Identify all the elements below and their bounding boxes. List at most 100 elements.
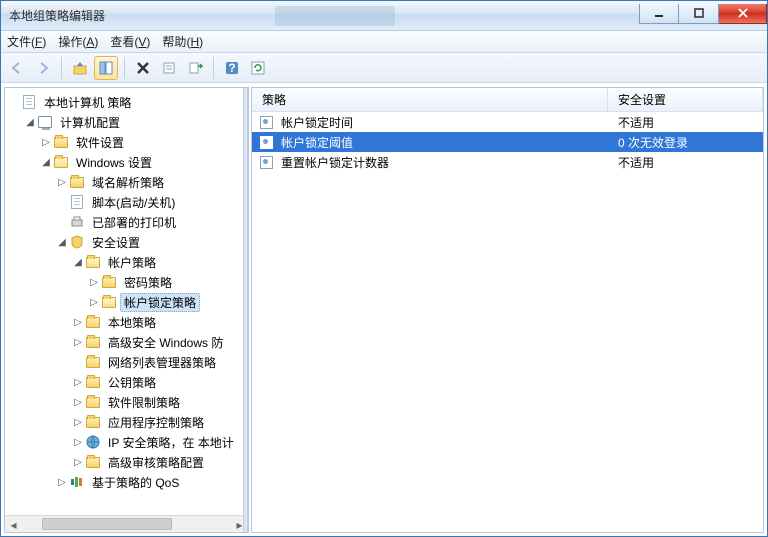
tree[interactable]: ▸本地计算机 策略 ◢计算机配置 ▷软件设置 ◢Windows 设置 ▷域名解析… <box>5 88 248 515</box>
folder-icon <box>85 454 101 470</box>
folder-icon <box>85 414 101 430</box>
svg-text:?: ? <box>228 61 235 75</box>
tree-lockout-policy[interactable]: ▷帐户锁定策略 <box>7 292 248 312</box>
policy-icon <box>258 134 274 150</box>
expand-icon[interactable]: ▷ <box>55 477 69 488</box>
list-row[interactable]: 重置帐户锁定计数器 不适用 <box>252 152 763 172</box>
window-title: 本地组策略编辑器 <box>1 7 105 24</box>
tree-adv-audit[interactable]: ▷高级审核策略配置 <box>7 452 248 472</box>
expand-icon[interactable]: ▷ <box>87 297 101 308</box>
minimize-icon <box>654 8 664 18</box>
toolbar: ? <box>1 53 767 83</box>
tree-horizontal-scrollbar[interactable]: ◂ ▸ <box>5 515 248 532</box>
list-row[interactable]: 帐户锁定阈值 0 次无效登录 <box>252 132 763 152</box>
menu-help[interactable]: 帮助(H) <box>162 33 203 50</box>
list-pane: 策略 安全设置 帐户锁定时间 不适用 帐户锁定阈值 0 次无效登录 重置帐户锁定… <box>251 87 764 533</box>
maximize-button[interactable] <box>679 4 719 24</box>
folder-icon <box>85 374 101 390</box>
show-tree-button[interactable] <box>94 56 118 80</box>
up-button[interactable] <box>68 56 92 80</box>
window: 本地组策略编辑器 文件(F) 操作(A) 查看(V) 帮助(H) <box>0 0 768 537</box>
tree-local-policies[interactable]: ▷本地策略 <box>7 312 248 332</box>
properties-button[interactable] <box>157 56 181 80</box>
tree-app-control[interactable]: ▷应用程序控制策略 <box>7 412 248 432</box>
folder-icon <box>53 134 69 150</box>
list-header: 策略 安全设置 <box>252 88 763 112</box>
document-icon <box>21 94 37 110</box>
tree-root[interactable]: ▸本地计算机 策略 <box>7 92 248 112</box>
list-row[interactable]: 帐户锁定时间 不适用 <box>252 112 763 132</box>
tree-dns-policy[interactable]: ▷域名解析策略 <box>7 172 248 192</box>
menu-file[interactable]: 文件(F) <box>7 33 46 50</box>
expand-icon[interactable]: ▷ <box>55 177 69 188</box>
tree-adv-firewall[interactable]: ▷高级安全 Windows 防 <box>7 332 248 352</box>
shield-icon <box>69 234 85 250</box>
list-rows: 帐户锁定时间 不适用 帐户锁定阈值 0 次无效登录 重置帐户锁定计数器 不适用 <box>252 112 763 532</box>
minimize-button[interactable] <box>639 4 679 24</box>
tree-password-policy[interactable]: ▷密码策略 <box>7 272 248 292</box>
titlebar: 本地组策略编辑器 <box>1 1 767 31</box>
expand-icon[interactable]: ▷ <box>71 397 85 408</box>
expand-icon[interactable]: ▷ <box>71 377 85 388</box>
delete-button[interactable] <box>131 56 155 80</box>
export-button[interactable] <box>183 56 207 80</box>
printer-icon <box>69 214 85 230</box>
policy-icon <box>258 154 274 170</box>
expand-icon[interactable]: ▷ <box>71 317 85 328</box>
refresh-icon <box>250 60 266 76</box>
expand-icon[interactable]: ▷ <box>71 457 85 468</box>
tree-software-settings[interactable]: ▷软件设置 <box>7 132 248 152</box>
policy-icon <box>258 114 274 130</box>
forward-button[interactable] <box>31 56 55 80</box>
tree-windows-settings[interactable]: ◢Windows 设置 <box>7 152 248 172</box>
close-button[interactable] <box>719 4 767 24</box>
folder-open-icon <box>53 154 69 170</box>
folder-icon <box>85 394 101 410</box>
tree-security-settings[interactable]: ◢安全设置 <box>7 232 248 252</box>
menubar: 文件(F) 操作(A) 查看(V) 帮助(H) <box>1 31 767 53</box>
col-policy[interactable]: 策略 <box>252 88 608 111</box>
tree-ip-security[interactable]: ▷IP 安全策略，在 本地计 <box>7 432 248 452</box>
menu-action[interactable]: 操作(A) <box>58 33 98 50</box>
splitter[interactable] <box>243 88 248 532</box>
collapse-icon[interactable]: ◢ <box>55 237 69 248</box>
collapse-icon[interactable]: ◢ <box>71 257 85 268</box>
folder-icon <box>101 274 117 290</box>
computer-icon <box>37 114 53 130</box>
collapse-icon[interactable]: ◢ <box>23 117 37 128</box>
expand-icon[interactable]: ▷ <box>71 337 85 348</box>
tree-netlist[interactable]: ▷网络列表管理器策略 <box>7 352 248 372</box>
tree-account-policies[interactable]: ◢帐户策略 <box>7 252 248 272</box>
script-icon <box>69 194 85 210</box>
help-icon: ? <box>224 60 240 76</box>
expand-icon[interactable]: ▷ <box>71 437 85 448</box>
arrow-right-icon <box>35 60 51 76</box>
col-setting[interactable]: 安全设置 <box>608 88 763 111</box>
refresh-button[interactable] <box>246 56 270 80</box>
folder-icon <box>85 354 101 370</box>
menu-view[interactable]: 查看(V) <box>110 33 150 50</box>
scroll-thumb[interactable] <box>42 518 172 530</box>
expand-icon[interactable]: ▷ <box>87 277 101 288</box>
tree-computer-config[interactable]: ◢计算机配置 <box>7 112 248 132</box>
tree-printers[interactable]: ▷已部署的打印机 <box>7 212 248 232</box>
arrow-left-icon <box>9 60 25 76</box>
folder-icon <box>85 314 101 330</box>
scroll-left-icon[interactable]: ◂ <box>5 516 22 533</box>
close-icon <box>738 8 748 18</box>
tree-scripts[interactable]: ▷脚本(启动/关机) <box>7 192 248 212</box>
tree-pubkey[interactable]: ▷公钥策略 <box>7 372 248 392</box>
properties-icon <box>162 61 176 75</box>
expand-icon[interactable]: ▷ <box>39 137 53 148</box>
back-button[interactable] <box>5 56 29 80</box>
folder-icon <box>85 334 101 350</box>
tree-qos[interactable]: ▷基于策略的 QoS <box>7 472 248 492</box>
help-button[interactable]: ? <box>220 56 244 80</box>
expand-icon[interactable]: ▷ <box>71 417 85 428</box>
tree-software-restriction[interactable]: ▷软件限制策略 <box>7 392 248 412</box>
export-icon <box>187 60 203 76</box>
titlebar-smudge <box>275 6 395 26</box>
folder-up-icon <box>72 60 88 76</box>
collapse-icon[interactable]: ◢ <box>39 157 53 168</box>
bars-icon <box>69 474 85 490</box>
